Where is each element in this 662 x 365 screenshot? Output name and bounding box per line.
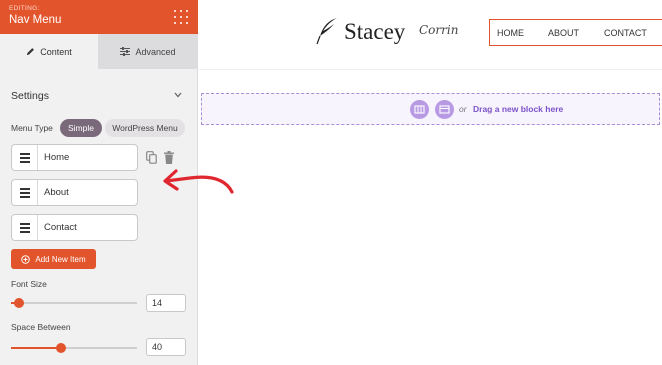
template-icon[interactable]: [435, 100, 454, 119]
slider-handle[interactable]: [56, 343, 66, 353]
space-between-slider[interactable]: [11, 343, 137, 353]
drag-handle-icon[interactable]: [12, 215, 38, 240]
add-new-item-label: Add New Item: [35, 254, 86, 264]
nav-link-contact[interactable]: CONTACT: [604, 28, 647, 38]
space-between-label: Space Between: [11, 322, 71, 332]
columns-icon[interactable]: [410, 100, 429, 119]
font-size-input[interactable]: 14: [146, 294, 186, 312]
sliders-icon: [120, 47, 131, 56]
nav-link-about[interactable]: ABOUT: [548, 28, 579, 38]
menu-type-simple-button[interactable]: Simple: [60, 119, 102, 137]
tab-content-label: Content: [40, 46, 72, 57]
slider-handle[interactable]: [14, 298, 24, 308]
editing-label: EDITING:: [9, 5, 40, 12]
font-size-slider[interactable]: [11, 298, 137, 308]
menu-type-label: Menu Type: [11, 123, 53, 133]
drag-handle-icon[interactable]: [12, 180, 38, 205]
tab-bar: Content Advanced: [0, 34, 198, 69]
menu-item-contact[interactable]: Contact: [11, 214, 138, 241]
copy-icon[interactable]: [146, 151, 157, 164]
tab-content[interactable]: Content: [0, 34, 98, 69]
font-size-label: Font Size: [11, 279, 47, 289]
quill-feather-icon: [316, 18, 337, 45]
menu-item-label[interactable]: About: [44, 180, 69, 205]
menu-type-wordpress-button[interactable]: WordPress Menu: [105, 119, 185, 137]
panel-title: Nav Menu: [9, 14, 62, 26]
block-drop-zone[interactable]: or Drag a new block here: [201, 93, 660, 125]
pencil-icon: [27, 48, 35, 56]
tab-advanced[interactable]: Advanced: [98, 34, 198, 69]
drag-handle-icon[interactable]: [12, 145, 38, 170]
menu-item-about[interactable]: About: [11, 179, 138, 206]
grid-icon[interactable]: [174, 10, 188, 24]
drop-zone-label: Drag a new block here: [473, 104, 564, 114]
space-between-input[interactable]: 40: [146, 338, 186, 356]
sidebar-header: EDITING: Nav Menu: [0, 0, 198, 34]
plus-circle-icon: [21, 254, 31, 264]
add-new-item-button[interactable]: Add New Item: [11, 249, 96, 269]
menu-item-label[interactable]: Home: [44, 145, 69, 170]
logo-last-name: Corrin: [419, 23, 459, 37]
annotation-arrow-icon: [163, 169, 234, 194]
nav-link-home[interactable]: HOME: [497, 28, 524, 38]
drop-zone-or: or: [459, 104, 467, 114]
chevron-down-icon[interactable]: [174, 92, 182, 98]
menu-item-label[interactable]: Contact: [44, 215, 77, 240]
site-nav-menu: HOME ABOUT CONTACT: [489, 19, 662, 46]
tab-advanced-label: Advanced: [135, 46, 176, 57]
page-canvas: Stacey Corrin HOME ABOUT CONTACT or Drag…: [199, 0, 662, 365]
site-header: Stacey Corrin HOME ABOUT CONTACT: [199, 0, 662, 70]
logo-first-name: Stacey: [344, 19, 406, 44]
app-root: EDITING: Nav Menu Content Advanced Setti…: [0, 0, 662, 365]
site-logo[interactable]: Stacey Corrin: [315, 12, 475, 52]
slider-fill: [11, 347, 61, 349]
menu-item-home[interactable]: Home: [11, 144, 138, 171]
settings-heading[interactable]: Settings: [11, 90, 49, 102]
